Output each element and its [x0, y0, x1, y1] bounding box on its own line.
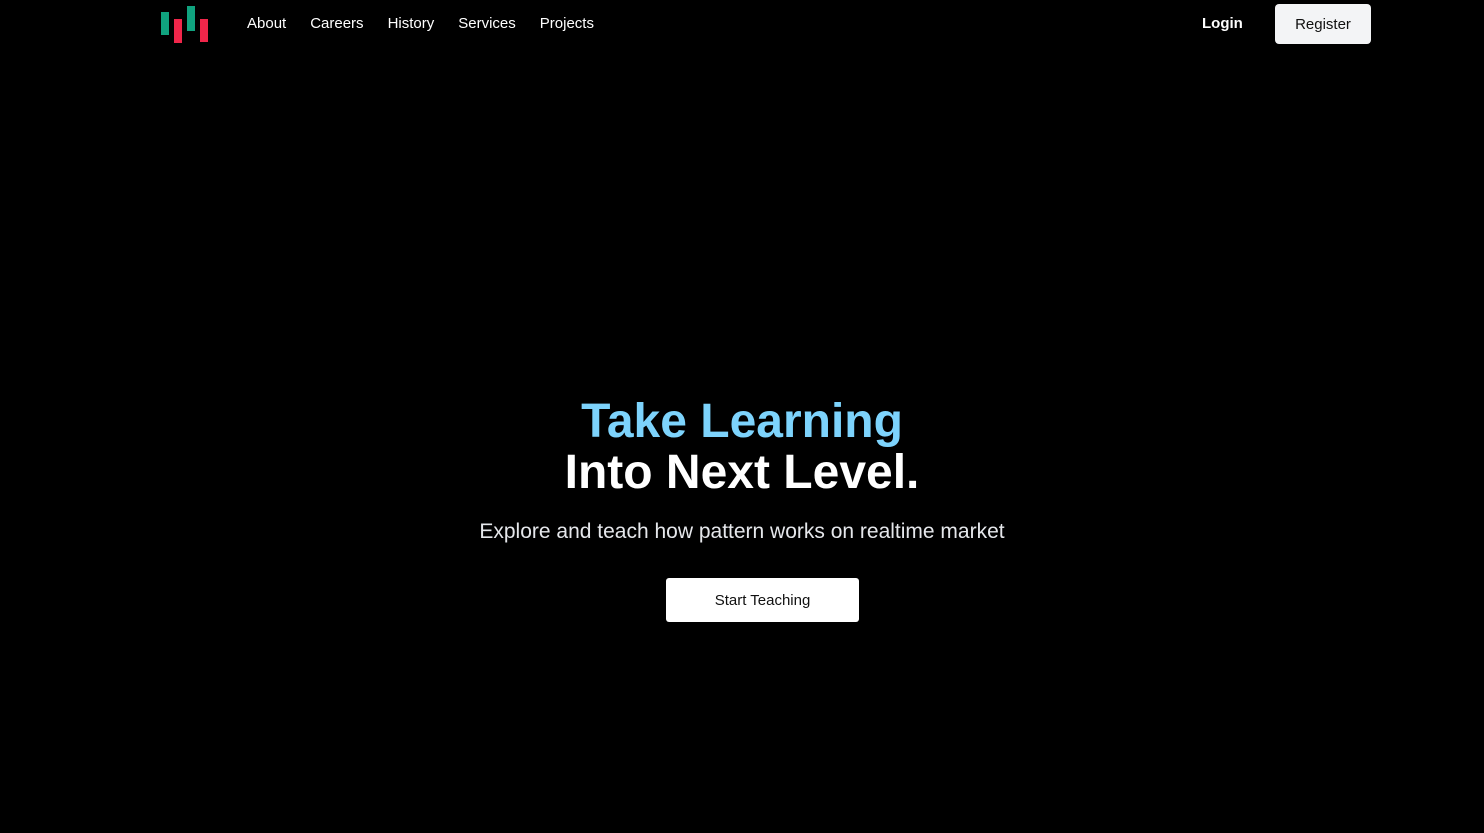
- start-teaching-button[interactable]: Start Teaching: [666, 578, 859, 622]
- hero-subtitle: Explore and teach how pattern works on r…: [479, 520, 1005, 543]
- register-button[interactable]: Register: [1275, 4, 1371, 44]
- landing-page: About Careers History Services Projects …: [0, 0, 1484, 833]
- hero-title-line2: Into Next Level.: [564, 446, 920, 499]
- hero-section: Take Learning Into Next Level. Explore a…: [0, 396, 1484, 546]
- nav-link-projects[interactable]: Projects: [540, 14, 594, 34]
- nav-link-about[interactable]: About: [247, 14, 286, 34]
- nav-link-careers[interactable]: Careers: [310, 14, 363, 34]
- top-navbar: About Careers History Services Projects …: [0, 0, 1484, 48]
- candlestick-logo-icon[interactable]: [160, 5, 210, 45]
- nav-links: About Careers History Services Projects: [247, 14, 618, 34]
- nav-link-services[interactable]: Services: [458, 14, 516, 34]
- nav-link-history[interactable]: History: [388, 14, 435, 34]
- login-link[interactable]: Login: [1202, 14, 1243, 34]
- hero-title-line1: Take Learning: [581, 395, 903, 448]
